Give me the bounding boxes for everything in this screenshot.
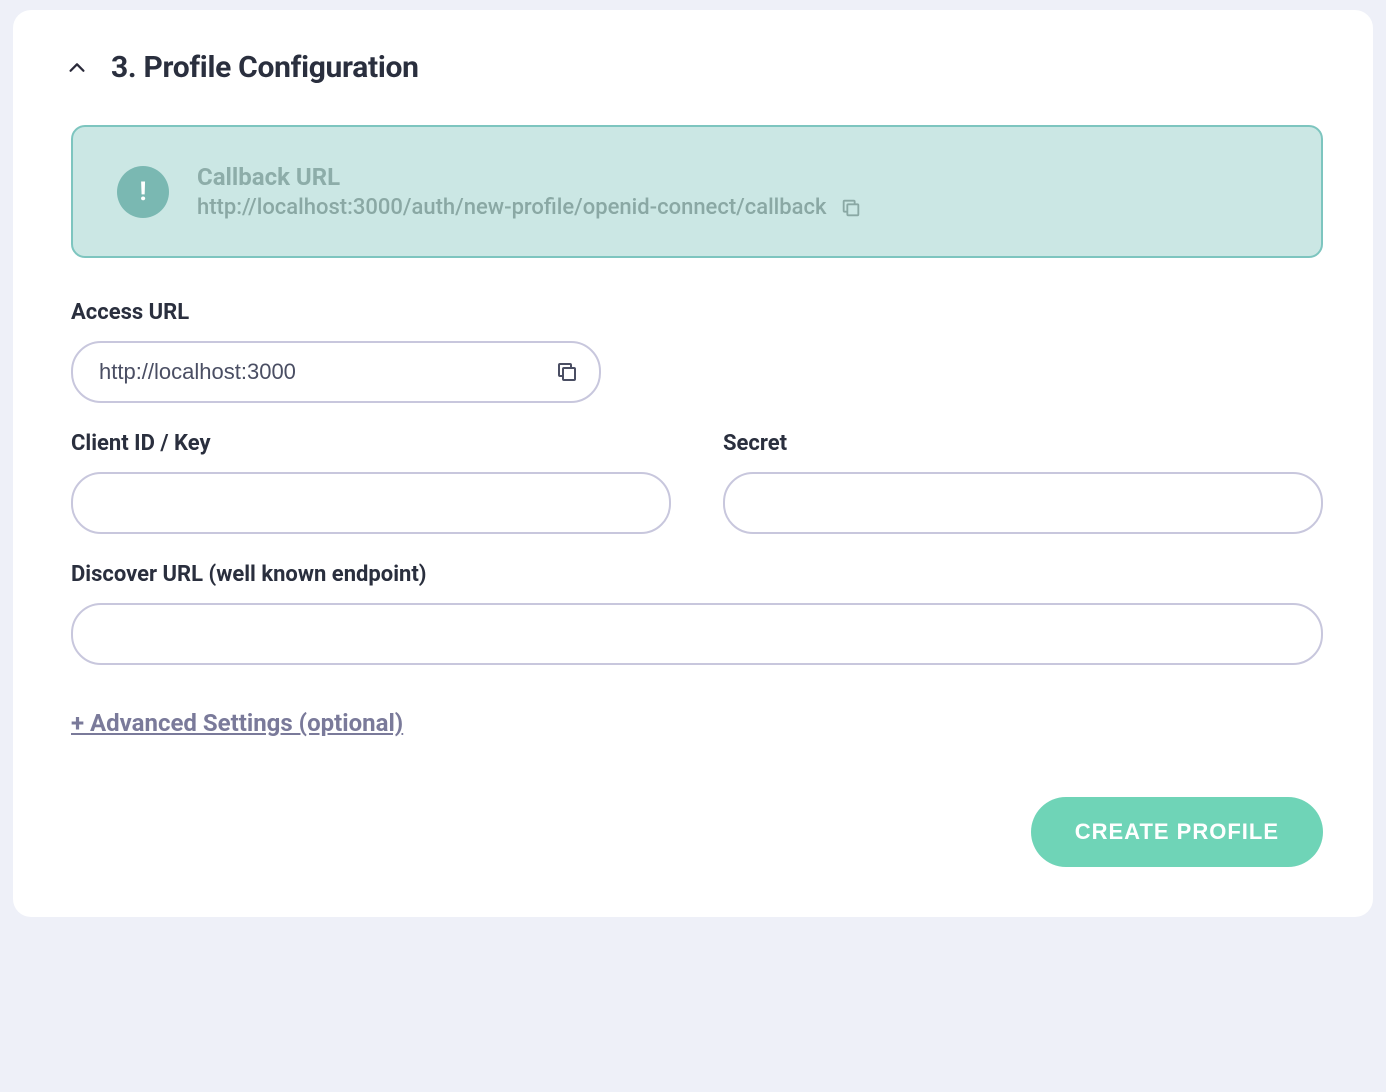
client-id-input-wrapper [71, 472, 671, 534]
section-title: 3. Profile Configuration [111, 50, 419, 85]
chevron-up-icon [63, 54, 91, 82]
access-url-input[interactable] [71, 341, 601, 403]
access-url-group: Access URL [71, 300, 1323, 403]
client-id-group: Client ID / Key [71, 431, 671, 534]
info-icon: ! [117, 166, 169, 218]
access-url-label: Access URL [71, 300, 1323, 325]
profile-config-card: 3. Profile Configuration ! Callback URL … [13, 10, 1373, 917]
access-url-input-wrapper [71, 341, 601, 403]
secret-group: Secret [723, 431, 1323, 534]
section-header-toggle[interactable]: 3. Profile Configuration [63, 50, 1323, 85]
secret-label: Secret [723, 431, 1323, 456]
discover-url-input-wrapper [71, 603, 1323, 665]
discover-url-input[interactable] [71, 603, 1323, 665]
client-id-label: Client ID / Key [71, 431, 671, 456]
discover-url-group: Discover URL (well known endpoint) [71, 562, 1323, 665]
discover-url-label: Discover URL (well known endpoint) [71, 562, 1323, 587]
callout-value-row: http://localhost:3000/auth/new-profile/o… [197, 195, 862, 220]
copy-icon[interactable] [840, 197, 862, 219]
secret-input[interactable] [723, 472, 1323, 534]
callback-url-callout: ! Callback URL http://localhost:3000/aut… [71, 125, 1323, 258]
form-footer: CREATE PROFILE [63, 797, 1323, 867]
copy-icon[interactable] [555, 360, 579, 384]
secret-input-wrapper [723, 472, 1323, 534]
callout-title: Callback URL [197, 163, 862, 191]
advanced-settings-link[interactable]: + Advanced Settings (optional) [71, 709, 403, 737]
callout-body: Callback URL http://localhost:3000/auth/… [197, 163, 862, 220]
client-id-input[interactable] [71, 472, 671, 534]
create-profile-button[interactable]: CREATE PROFILE [1031, 797, 1323, 867]
client-secret-row: Client ID / Key Secret [63, 431, 1323, 562]
callback-url-value: http://localhost:3000/auth/new-profile/o… [197, 195, 826, 220]
